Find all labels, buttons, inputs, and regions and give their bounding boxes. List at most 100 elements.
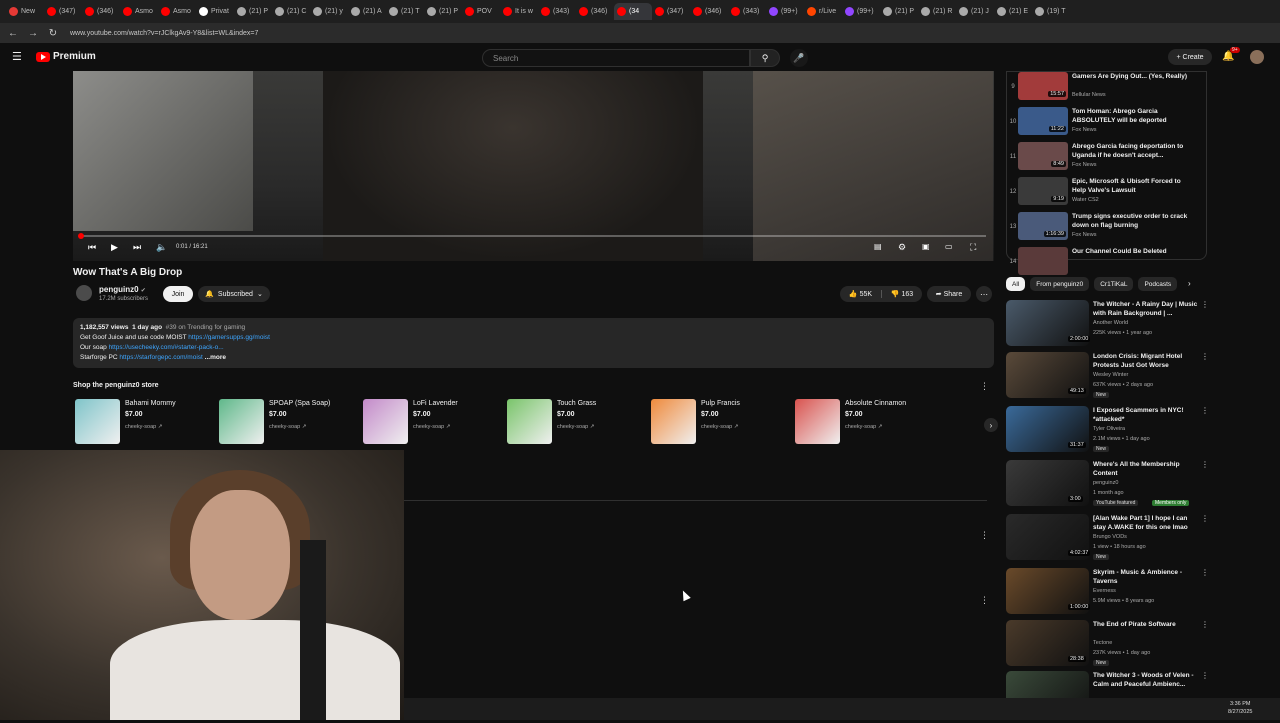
description-link[interactable]: https://usecheeky.com/#starter-pack-o... [109,344,224,351]
browser-tab[interactable]: (343) [728,3,766,20]
browser-tab[interactable]: (21) y [310,3,348,20]
playlist-video-title[interactable]: Tom Homan: Abrego Garcia ABSOLUTELY will… [1072,107,1192,125]
recommended-video[interactable]: 4:02:37 [Alan Wake Part 1] I hope I can s… [1006,514,1209,566]
play-icon[interactable]: ▶ [111,242,118,253]
menu-icon[interactable]: ☰ [12,50,22,63]
browser-tab[interactable]: It is w [500,3,538,20]
chevron-right-icon[interactable]: › [984,418,998,432]
description-link[interactable]: https://gamersupps.gg/moist [188,334,270,341]
subscribed-button[interactable]: 🔔 Subscribed ⌄ [198,286,270,302]
browser-tab[interactable]: (21) P [424,3,462,20]
browser-tab[interactable]: (21) T [386,3,424,20]
store-product-card[interactable]: Touch Grass $7.00 cheeky-soap ↗ [505,399,645,445]
product-seller[interactable]: cheeky-soap ↗ [557,424,594,430]
reload-icon[interactable]: ↻ [46,26,60,40]
browser-tab[interactable]: (346) [576,3,614,20]
video-channel[interactable]: Wesley Winter [1093,372,1128,378]
video-menu-icon[interactable]: ⋮ [1201,406,1209,415]
browser-tab[interactable]: (99+) [766,3,804,20]
playlist-item[interactable]: 9 15:57 Gamers Are Dying Out... (Yes, Real… [1008,72,1206,106]
dislike-button[interactable]: 👎 163 [882,290,922,298]
more-actions-button[interactable]: ⋯ [976,286,992,302]
filter-chip[interactable]: Podcasts [1138,277,1178,291]
browser-tab[interactable]: (343) [538,3,576,20]
description-box[interactable]: 1,182,557 views 1 day ago #39 on Trendin… [73,318,994,368]
theater-icon[interactable]: ▭ [945,242,953,251]
product-seller[interactable]: cheeky-soap ↗ [845,424,882,430]
captions-icon[interactable]: ▤ [874,242,882,251]
browser-tab[interactable]: r/Live [804,3,842,20]
join-button[interactable]: Join [163,286,193,302]
browser-tab[interactable]: New [6,3,44,20]
playlist-item[interactable]: 10 11:22 Tom Homan: Abrego Garcia ABSOLUTE… [1008,107,1206,141]
mic-button[interactable]: 🎤 [790,49,808,67]
miniplayer-icon[interactable]: ▣ [922,242,930,251]
video-menu-icon[interactable]: ⋮ [1201,514,1209,523]
playlist-thumbnail[interactable] [1018,247,1068,275]
product-seller[interactable]: cheeky-soap ↗ [125,424,162,430]
browser-tab[interactable]: (347) [652,3,690,20]
playlist-item[interactable]: 12 9:19 Epic, Microsoft & Ubisoft Forced t… [1008,177,1206,211]
trending-tag[interactable]: #39 on Trending for gaming [166,324,246,331]
filter-chip[interactable]: Cr1TiKaL [1094,277,1134,291]
browser-tab[interactable]: (21) A [348,3,386,20]
product-seller[interactable]: cheeky-soap ↗ [413,424,450,430]
filter-chip[interactable]: All [1006,277,1026,291]
video-title[interactable]: The Witcher 3 - Woods of Velen - Calm an… [1093,671,1199,689]
fullscreen-icon[interactable]: ⛶ [970,242,976,253]
back-icon[interactable]: ← [6,26,20,40]
volume-icon[interactable]: 🔈 [156,242,167,253]
browser-tab[interactable]: (346) [82,3,120,20]
browser-tab[interactable]: (21) C [272,3,310,20]
video-title[interactable]: Where's All the Membership Content [1093,460,1199,478]
video-menu-icon[interactable]: ⋮ [1201,568,1209,577]
video-title[interactable]: I Exposed Scammers in NYC! *attacked* [1093,406,1199,424]
channel-name[interactable]: penguinz0 ✔ [99,285,146,294]
browser-tab[interactable]: (346) [690,3,728,20]
recommended-video[interactable]: 31:37 I Exposed Scammers in NYC! *attacke… [1006,406,1209,458]
video-title[interactable]: Skyrim - Music & Ambience - Taverns [1093,568,1199,586]
playlist-video-title[interactable]: Abrego Garcia facing deportation to Ugan… [1072,142,1192,160]
browser-tab[interactable]: POV [462,3,500,20]
account-avatar[interactable] [1250,50,1264,64]
product-seller[interactable]: cheeky-soap ↗ [269,424,306,430]
product-image[interactable] [75,399,120,444]
video-channel[interactable]: Everness [1093,588,1116,594]
video-title[interactable]: [Alan Wake Part 1] I hope I can stay A.W… [1093,514,1199,532]
share-button[interactable]: ➦ Share [927,286,971,302]
store-product-card[interactable]: Bahami Mommy $7.00 cheeky-soap ↗ [73,399,213,445]
product-image[interactable] [795,399,840,444]
store-product-card[interactable]: SPOAP (Spa Soap) $7.00 cheeky-soap ↗ [217,399,357,445]
browser-tab[interactable]: Asmo [120,3,158,20]
browser-tab[interactable]: (99+) [842,3,880,20]
store-menu-icon[interactable]: ⋮ [980,381,989,392]
chevron-right-icon[interactable]: › [1188,279,1191,288]
browser-tab[interactable]: (21) E [994,3,1032,20]
browser-tab[interactable]: (21) J [956,3,994,20]
browser-tab[interactable]: (347) [44,3,82,20]
store-product-card[interactable]: Absolute Cinnamon $7.00 cheeky-soap ↗ [793,399,933,445]
playlist-item[interactable]: 13 1:16:39 Trump signs executive order to … [1008,212,1206,246]
browser-tab[interactable]: (21) P [880,3,918,20]
video-title[interactable]: The Witcher - A Rainy Day | Music with R… [1093,300,1199,318]
video-channel[interactable]: Tyler Oliveira [1093,426,1125,432]
playlist-video-title[interactable]: Trump signs executive order to crack dow… [1072,212,1192,230]
video-menu-icon[interactable]: ⋮ [1201,300,1209,309]
browser-tab[interactable]: (21) P [234,3,272,20]
next-icon[interactable]: ⏭ [133,242,141,253]
video-menu-icon[interactable]: ⋮ [1201,671,1209,680]
playlist-video-title[interactable]: Gamers Are Dying Out... (Yes, Really) [1072,72,1192,81]
video-channel[interactable]: Tectone [1093,640,1112,646]
playlist-video-title[interactable]: Epic, Microsoft & Ubisoft Forced to Help… [1072,177,1192,195]
video-menu-icon[interactable]: ⋮ [1201,620,1209,629]
video-player[interactable] [73,71,994,261]
video-channel[interactable]: Brungo VODs [1093,534,1127,540]
comment-menu-icon[interactable]: ⋮ [980,595,989,606]
forward-icon[interactable]: → [26,26,40,40]
video-menu-icon[interactable]: ⋮ [1201,352,1209,361]
recommended-video[interactable]: 1:00:00 Skyrim - Music & Ambience - Taver… [1006,568,1209,620]
youtube-logo[interactable]: Premium [36,51,96,62]
product-seller[interactable]: cheeky-soap ↗ [701,424,738,430]
recommended-video[interactable]: 49:13 London Crisis: Migrant Hotel Protes… [1006,352,1209,404]
product-image[interactable] [651,399,696,444]
